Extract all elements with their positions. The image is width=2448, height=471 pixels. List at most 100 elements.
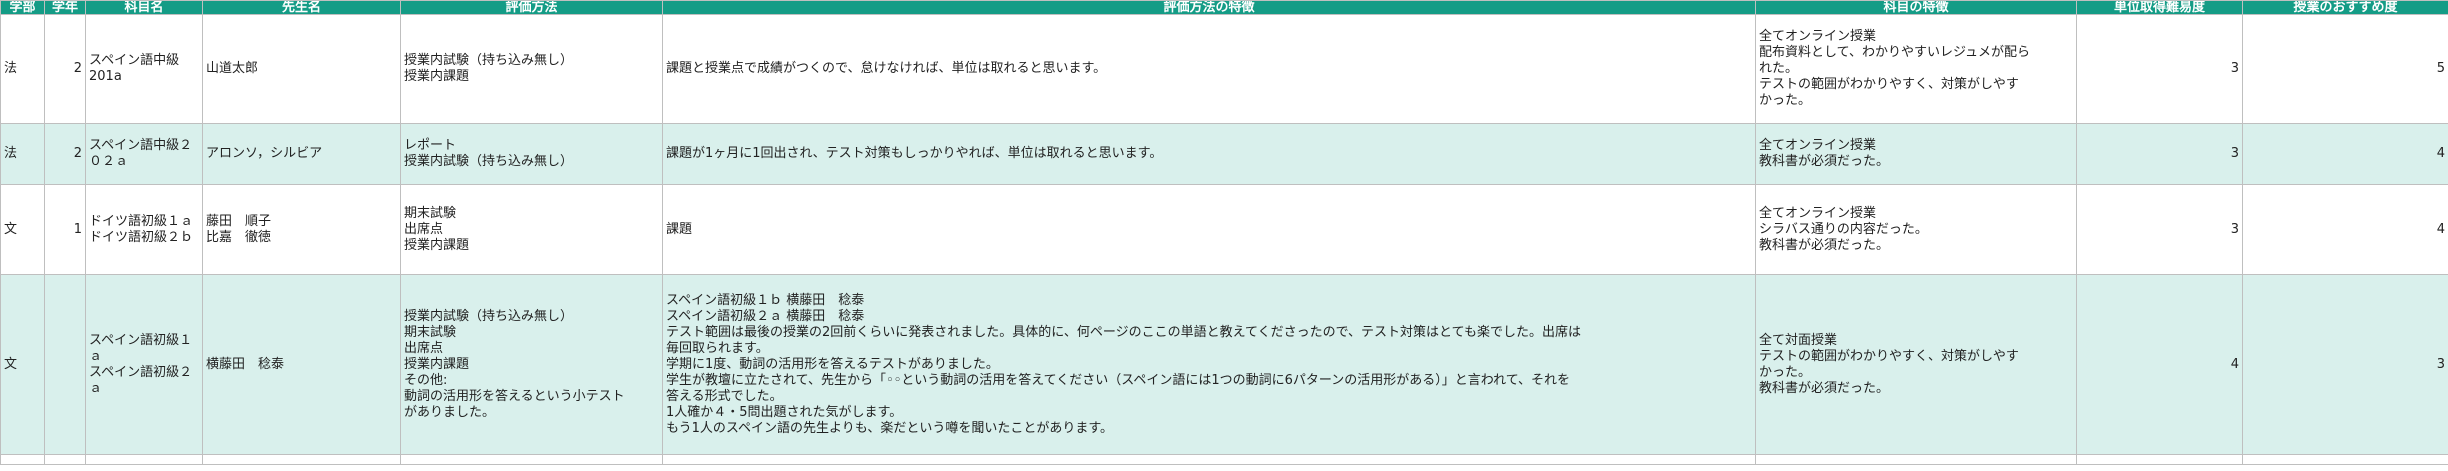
method-cell[interactable]: レポート 授業内試験（持ち込み無し） — [400, 123, 663, 185]
cell-line: 授業内試験（持ち込み無し） — [404, 308, 574, 324]
method-feature-cell[interactable]: スペイン語初級１ｂ 横藤田 稔泰 スペイン語初級２ａ 横藤田 稔泰 テスト範囲は最後… — [662, 274, 1756, 455]
header-teacher[interactable]: 先生名 — [202, 0, 401, 15]
course-feature-cell[interactable]: 全てオンライン授業 教科書が必須だった。 — [1755, 123, 2077, 185]
cell-line: テストの範囲がわかりやすく、対策がしやす — [1759, 348, 2019, 364]
recommend-cell[interactable]: 5 — [2242, 14, 2448, 124]
cell-line: 期末試験 — [404, 205, 457, 221]
cell-line: 比嘉 徹徳 — [206, 229, 272, 245]
cell-line: 期末試験 — [404, 324, 457, 340]
cell-line: ドイツ語初級２ｂ — [89, 229, 194, 245]
cell-line: レポート — [404, 138, 457, 153]
difficulty-cell[interactable]: 3 — [2076, 123, 2243, 185]
cell-line: 答える形式でした。 — [666, 388, 783, 404]
cell-line: ドイツ語初級１ａ — [89, 213, 194, 229]
difficulty-cell[interactable]: 3 — [2076, 184, 2243, 275]
cell-line: 学期に1度、動詞の活用形を答えるテストがありました。 — [666, 356, 999, 372]
year-cell[interactable]: 2 — [44, 123, 86, 185]
header-year[interactable]: 学年 — [44, 0, 86, 15]
cell-line: スペイン語中級201a — [89, 53, 180, 84]
year-cell[interactable] — [44, 274, 86, 455]
cell-line: テスト範囲は最後の授業の2回前くらいに発表されました。具体的に、何ページのここの… — [666, 324, 1582, 340]
table-row: 文 1 ドイツ語初級１ａ ドイツ語初級２ｂ 藤田 順子 比嘉 徹徳 期末試験 出席点授… — [0, 184, 2448, 275]
teacher-cell[interactable]: 藤田 順子 比嘉 徹徳 — [202, 184, 401, 275]
empty-cell[interactable] — [0, 454, 45, 465]
empty-cell[interactable] — [400, 454, 663, 465]
cell-line: 出席点 — [404, 221, 444, 237]
difficulty-cell[interactable]: 4 — [2076, 274, 2243, 455]
empty-cell[interactable] — [662, 454, 1756, 465]
subject-cell[interactable]: ドイツ語初級１ａ ドイツ語初級２ｂ — [85, 184, 203, 275]
cell-line: もう1人のスペイン語の先生よりも、楽だという噂を聞いたことがあります。 — [666, 420, 1114, 436]
subject-cell[interactable]: スペイン語中級２０２ａ — [85, 123, 203, 185]
recommend-cell[interactable]: 4 — [2242, 184, 2448, 275]
cell-line: 全てオンライン授業 — [1759, 138, 1877, 153]
method-feature-cell[interactable]: 課題が1ヶ月に1回出され、テスト対策もしっかりやれば、単位は取れると思います。 — [662, 123, 1756, 185]
method-cell[interactable]: 授業内試験（持ち込み無し） 授業内課題 — [400, 14, 663, 124]
header-course-feature[interactable]: 科目の特徴 — [1755, 0, 2077, 15]
recommend-cell[interactable]: 4 — [2242, 123, 2448, 185]
course-feature-cell[interactable]: 全てオンライン授業 シラバス通りの内容だった。 教科書が必須だった。 — [1755, 184, 2077, 275]
difficulty-cell[interactable]: 3 — [2076, 14, 2243, 124]
empty-cell[interactable] — [202, 454, 401, 465]
cell-line: 授業内課題 — [404, 69, 470, 84]
empty-cell[interactable] — [1755, 454, 2077, 465]
method-cell[interactable]: 授業内試験（持ち込み無し） 期末試験 出席点 授業内課題 その他: 動詞の活用形を答えると… — [400, 274, 663, 455]
cell-line: その他: — [404, 372, 448, 388]
cell-line: シラバス通りの内容だった。 — [1759, 221, 1928, 237]
empty-cell[interactable] — [85, 454, 203, 465]
faculty-cell[interactable]: 文 — [0, 184, 45, 275]
cell-line: 配布資料として、わかりやすいレジュメが配ら — [1759, 45, 2031, 60]
cell-line: 全てオンライン授業 — [1759, 29, 1877, 44]
faculty-cell[interactable]: 法 — [0, 14, 45, 124]
method-cell[interactable]: 期末試験 出席点 授業内課題 — [400, 184, 663, 275]
empty-cell[interactable] — [44, 454, 86, 465]
cell-line: 教科書が必須だった。 — [1759, 380, 1890, 396]
cell-line: 教科書が必須だった。 — [1759, 154, 1890, 169]
cell-line: 課題が1ヶ月に1回出され、テスト対策もしっかりやれば、単位は取れると思います。 — [666, 146, 1163, 161]
cell-line: テストの範囲がわかりやすく、対策がしやす — [1759, 77, 2019, 92]
subject-cell[interactable]: スペイン語初級１ａ スペイン語初級２ａ — [85, 274, 203, 455]
cell-line: スペイン語初級２ａ — [89, 364, 193, 396]
header-subject[interactable]: 科目名 — [85, 0, 203, 15]
year-cell[interactable]: 1 — [44, 184, 86, 275]
recommend-cell[interactable]: 3 — [2242, 274, 2448, 455]
cell-line: 全て対面授業 — [1759, 332, 1838, 348]
method-feature-cell[interactable]: 課題と授業点で成績がつくので、怠けなければ、単位は取れると思います。 — [662, 14, 1756, 124]
course-feature-cell[interactable]: 全て対面授業 テストの範囲がわかりやすく、対策がしやす かった。 教科書が必須だった。 — [1755, 274, 2077, 455]
cell-line: かった。 — [1759, 93, 1812, 108]
cell-line: 課題と授業点で成績がつくので、怠けなければ、単位は取れると思います。 — [666, 61, 1107, 76]
header-method-feature[interactable]: 評価方法の特徴 — [662, 0, 1756, 15]
cell-line: 出席点 — [404, 340, 444, 356]
cell-line: がありました。 — [404, 404, 496, 420]
header-difficulty[interactable]: 単位取得難易度 — [2076, 0, 2243, 15]
cell-line: 授業内課題 — [404, 356, 470, 372]
subject-cell[interactable]: スペイン語中級201a — [85, 14, 203, 124]
cell-line: れた。 — [1759, 61, 1799, 76]
cell-line: 山道太郎 — [206, 61, 259, 76]
cell-line: 授業内試験（持ち込み無し） — [404, 53, 574, 68]
year-cell[interactable]: 2 — [44, 14, 86, 124]
cell-line: 教科書が必須だった。 — [1759, 237, 1890, 253]
cell-line: スペイン語初級１ｂ 横藤田 稔泰 — [666, 292, 865, 308]
empty-cell[interactable] — [2076, 454, 2243, 465]
course-feature-cell[interactable]: 全てオンライン授業 配布資料として、わかりやすいレジュメが配ら れた。 テストの範囲が… — [1755, 14, 2077, 124]
table-row: 文 スペイン語初級１ａ スペイン語初級２ａ 横藤田 稔泰 授業内試験（持ち込み無し… — [0, 274, 2448, 455]
empty-cell[interactable] — [2242, 454, 2448, 465]
cell-line: スペイン語初級２ａ 横藤田 稔泰 — [666, 308, 865, 324]
course-review-table: 学部 学年 科目名 先生名 評価方法 評価方法の特徴 科目の特徴 単位取得難易度… — [0, 0, 2448, 465]
faculty-cell[interactable]: 法 — [0, 123, 45, 185]
header-row: 学部 学年 科目名 先生名 評価方法 評価方法の特徴 科目の特徴 単位取得難易度… — [0, 0, 2448, 15]
teacher-cell[interactable]: アロンソ，シルビア — [202, 123, 401, 185]
teacher-cell[interactable]: 山道太郎 — [202, 14, 401, 124]
faculty-cell[interactable]: 文 — [0, 274, 45, 455]
header-recommend[interactable]: 授業のおすすめ度 — [2242, 0, 2448, 15]
teacher-cell[interactable]: 横藤田 稔泰 — [202, 274, 401, 455]
cell-line: 横藤田 稔泰 — [206, 356, 285, 372]
cell-line: スペイン語中級２０２ａ — [89, 138, 193, 169]
header-faculty[interactable]: 学部 — [0, 0, 45, 15]
cell-line: 授業内課題 — [404, 237, 470, 253]
header-method[interactable]: 評価方法 — [400, 0, 663, 15]
method-feature-cell[interactable]: 課題 — [662, 184, 1756, 275]
cell-line: 授業内試験（持ち込み無し） — [404, 154, 574, 169]
cell-line: かった。 — [1759, 364, 1812, 380]
